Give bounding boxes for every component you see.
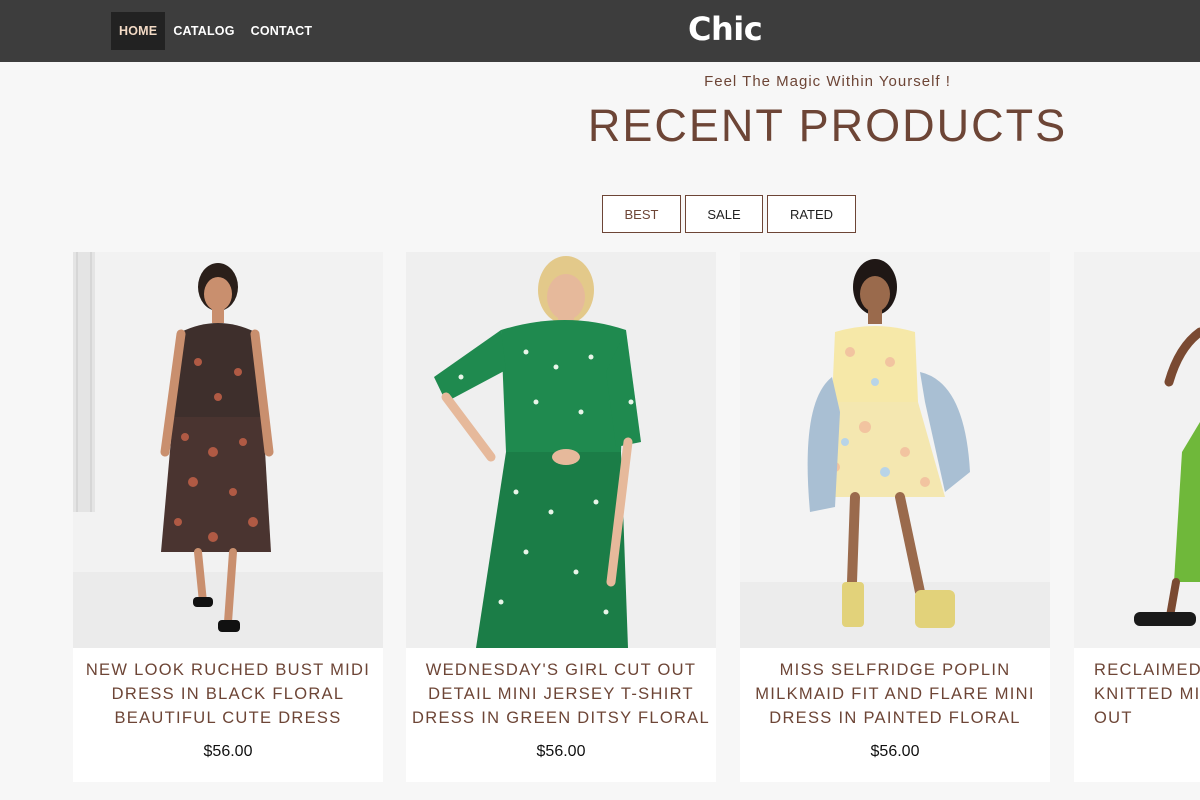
product-image[interactable]: [73, 252, 383, 648]
main-nav: HOME CATALOG CONTACT: [111, 12, 320, 50]
product-image[interactable]: [406, 252, 716, 648]
product-title[interactable]: RECLAIMED KNITTED MID OUT: [1074, 648, 1200, 743]
product-card[interactable]: MISS SELFRIDGE POPLIN MILKMAID FIT AND F…: [740, 252, 1050, 782]
product-title[interactable]: NEW LOOK RUCHED BUST MIDI DRESS IN BLACK…: [73, 648, 383, 743]
nav-contact[interactable]: CONTACT: [243, 12, 321, 50]
filter-rated-button[interactable]: RATED: [767, 195, 856, 233]
product-price: $56.00: [536, 743, 586, 760]
product-image[interactable]: [1074, 252, 1200, 648]
page-heading: RECENT PRODUCTS: [587, 100, 1068, 151]
product-title[interactable]: WEDNESDAY'S GIRL CUT OUT DETAIL MINI JER…: [406, 648, 716, 743]
nav-home[interactable]: HOME: [111, 12, 166, 50]
product-card[interactable]: NEW LOOK RUCHED BUST MIDI DRESS IN BLACK…: [73, 252, 383, 782]
nav-catalog[interactable]: CATALOG: [165, 12, 242, 50]
product-price: $56.00: [203, 743, 253, 760]
site-logo[interactable]: Chic: [688, 10, 763, 48]
filter-best-button[interactable]: BEST: [602, 195, 681, 233]
tagline: Feel The Magic Within Yourself !: [704, 73, 951, 90]
filter-sale-button[interactable]: SALE: [685, 195, 763, 233]
product-filter-tabs: BEST SALE RATED: [602, 195, 856, 233]
product-title[interactable]: MISS SELFRIDGE POPLIN MILKMAID FIT AND F…: [740, 648, 1050, 743]
product-card[interactable]: RECLAIMED KNITTED MID OUT: [1074, 252, 1200, 782]
product-price: $56.00: [870, 743, 920, 760]
product-image[interactable]: [740, 252, 1050, 648]
product-card[interactable]: WEDNESDAY'S GIRL CUT OUT DETAIL MINI JER…: [406, 252, 716, 782]
top-navigation-bar: HOME CATALOG CONTACT Chic: [0, 0, 1200, 62]
